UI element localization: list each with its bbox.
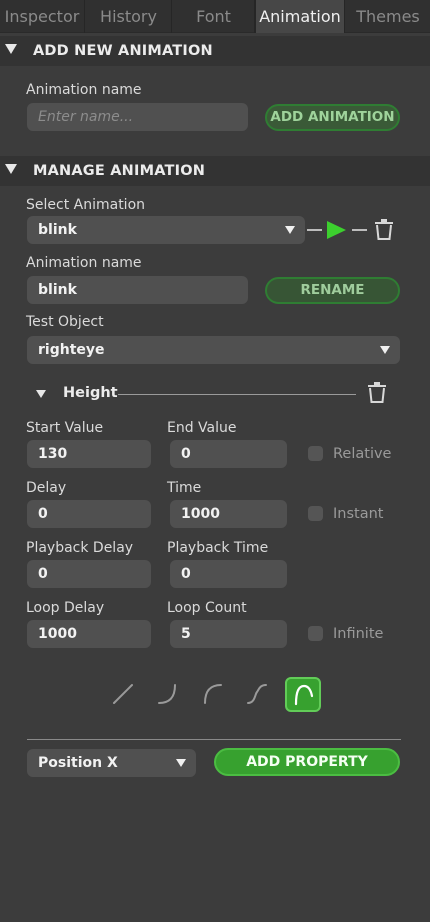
end-value-label: End Value: [167, 420, 237, 436]
footer-divider: [27, 739, 401, 740]
trash-icon[interactable]: [367, 382, 387, 404]
playback-time-field[interactable]: 0: [170, 560, 287, 588]
instant-checkbox[interactable]: [308, 506, 323, 521]
selected-animation-value: blink: [38, 222, 77, 238]
ease-out-icon[interactable]: [199, 680, 227, 708]
chevron-down-icon: [285, 226, 295, 234]
infinite-checkbox[interactable]: [308, 626, 323, 641]
linear-icon[interactable]: [110, 680, 138, 708]
tab-inspector[interactable]: Inspector: [0, 0, 85, 33]
relative-label: Relative: [333, 446, 392, 462]
ease-arc-icon: [294, 684, 314, 706]
relative-checkbox[interactable]: [308, 446, 323, 461]
new-animation-name-field[interactable]: [27, 103, 248, 131]
playback-delay-field[interactable]: 0: [27, 560, 151, 588]
test-object-value: righteye: [38, 342, 105, 358]
property-divider: [118, 394, 356, 395]
ease-in-out-icon[interactable]: [243, 680, 271, 708]
add-property-button[interactable]: ADD PROPERTY: [214, 748, 400, 776]
playback-time-label: Playback Time: [167, 540, 269, 556]
tab-themes[interactable]: Themes: [346, 0, 430, 33]
section-title: ADD NEW ANIMATION: [33, 43, 213, 59]
animation-name-label: Animation name: [26, 255, 142, 271]
loop-count-label: Loop Count: [167, 600, 247, 616]
add-animation-header[interactable]: ADD NEW ANIMATION: [0, 36, 430, 66]
ease-in-icon[interactable]: [155, 680, 183, 708]
section-title: MANAGE ANIMATION: [33, 163, 206, 179]
play-button[interactable]: [320, 219, 346, 241]
manage-animation-header[interactable]: MANAGE ANIMATION: [0, 156, 430, 186]
animation-name-field[interactable]: blink: [27, 276, 248, 304]
trash-icon[interactable]: [374, 219, 394, 241]
tab-bar: Inspector History Font Animation Themes: [0, 0, 430, 33]
collapse-triangle-icon: [5, 164, 17, 174]
tab-animation[interactable]: Animation: [255, 0, 345, 33]
animation-name-label: Animation name: [26, 82, 142, 98]
time-label: Time: [167, 480, 202, 496]
start-value-label: Start Value: [26, 420, 104, 436]
tab-history[interactable]: History: [86, 0, 172, 33]
end-value-field[interactable]: 0: [170, 440, 287, 468]
property-select-value: Position X: [38, 755, 118, 771]
playback-delay-label: Playback Delay: [26, 540, 134, 556]
select-animation-label: Select Animation: [26, 197, 146, 213]
delay-label: Delay: [26, 480, 67, 496]
rename-button[interactable]: RENAME: [265, 277, 400, 304]
test-object-label: Test Object: [26, 314, 104, 330]
add-animation-button[interactable]: ADD ANIMATION: [265, 104, 400, 131]
start-value-field[interactable]: 130: [27, 440, 151, 468]
infinite-label: Infinite: [333, 626, 384, 642]
test-object-dropdown[interactable]: righteye: [27, 336, 400, 364]
loop-delay-field[interactable]: 1000: [27, 620, 151, 648]
tab-font[interactable]: Font: [173, 0, 255, 33]
delay-field[interactable]: 0: [27, 500, 151, 528]
ease-arc-button-selected[interactable]: [285, 677, 321, 712]
property-title: Height: [63, 385, 118, 401]
new-animation-name-input[interactable]: [38, 103, 248, 131]
loop-delay-label: Loop Delay: [26, 600, 105, 616]
property-collapse-triangle-icon[interactable]: [36, 390, 46, 398]
chevron-down-icon: [176, 759, 186, 767]
instant-label: Instant: [333, 506, 384, 522]
select-animation-dropdown[interactable]: blink: [27, 216, 305, 244]
time-field[interactable]: 1000: [170, 500, 287, 528]
property-select-dropdown[interactable]: Position X: [27, 749, 196, 777]
loop-count-field[interactable]: 5: [170, 620, 287, 648]
chevron-down-icon: [380, 346, 390, 354]
collapse-triangle-icon: [5, 44, 17, 54]
